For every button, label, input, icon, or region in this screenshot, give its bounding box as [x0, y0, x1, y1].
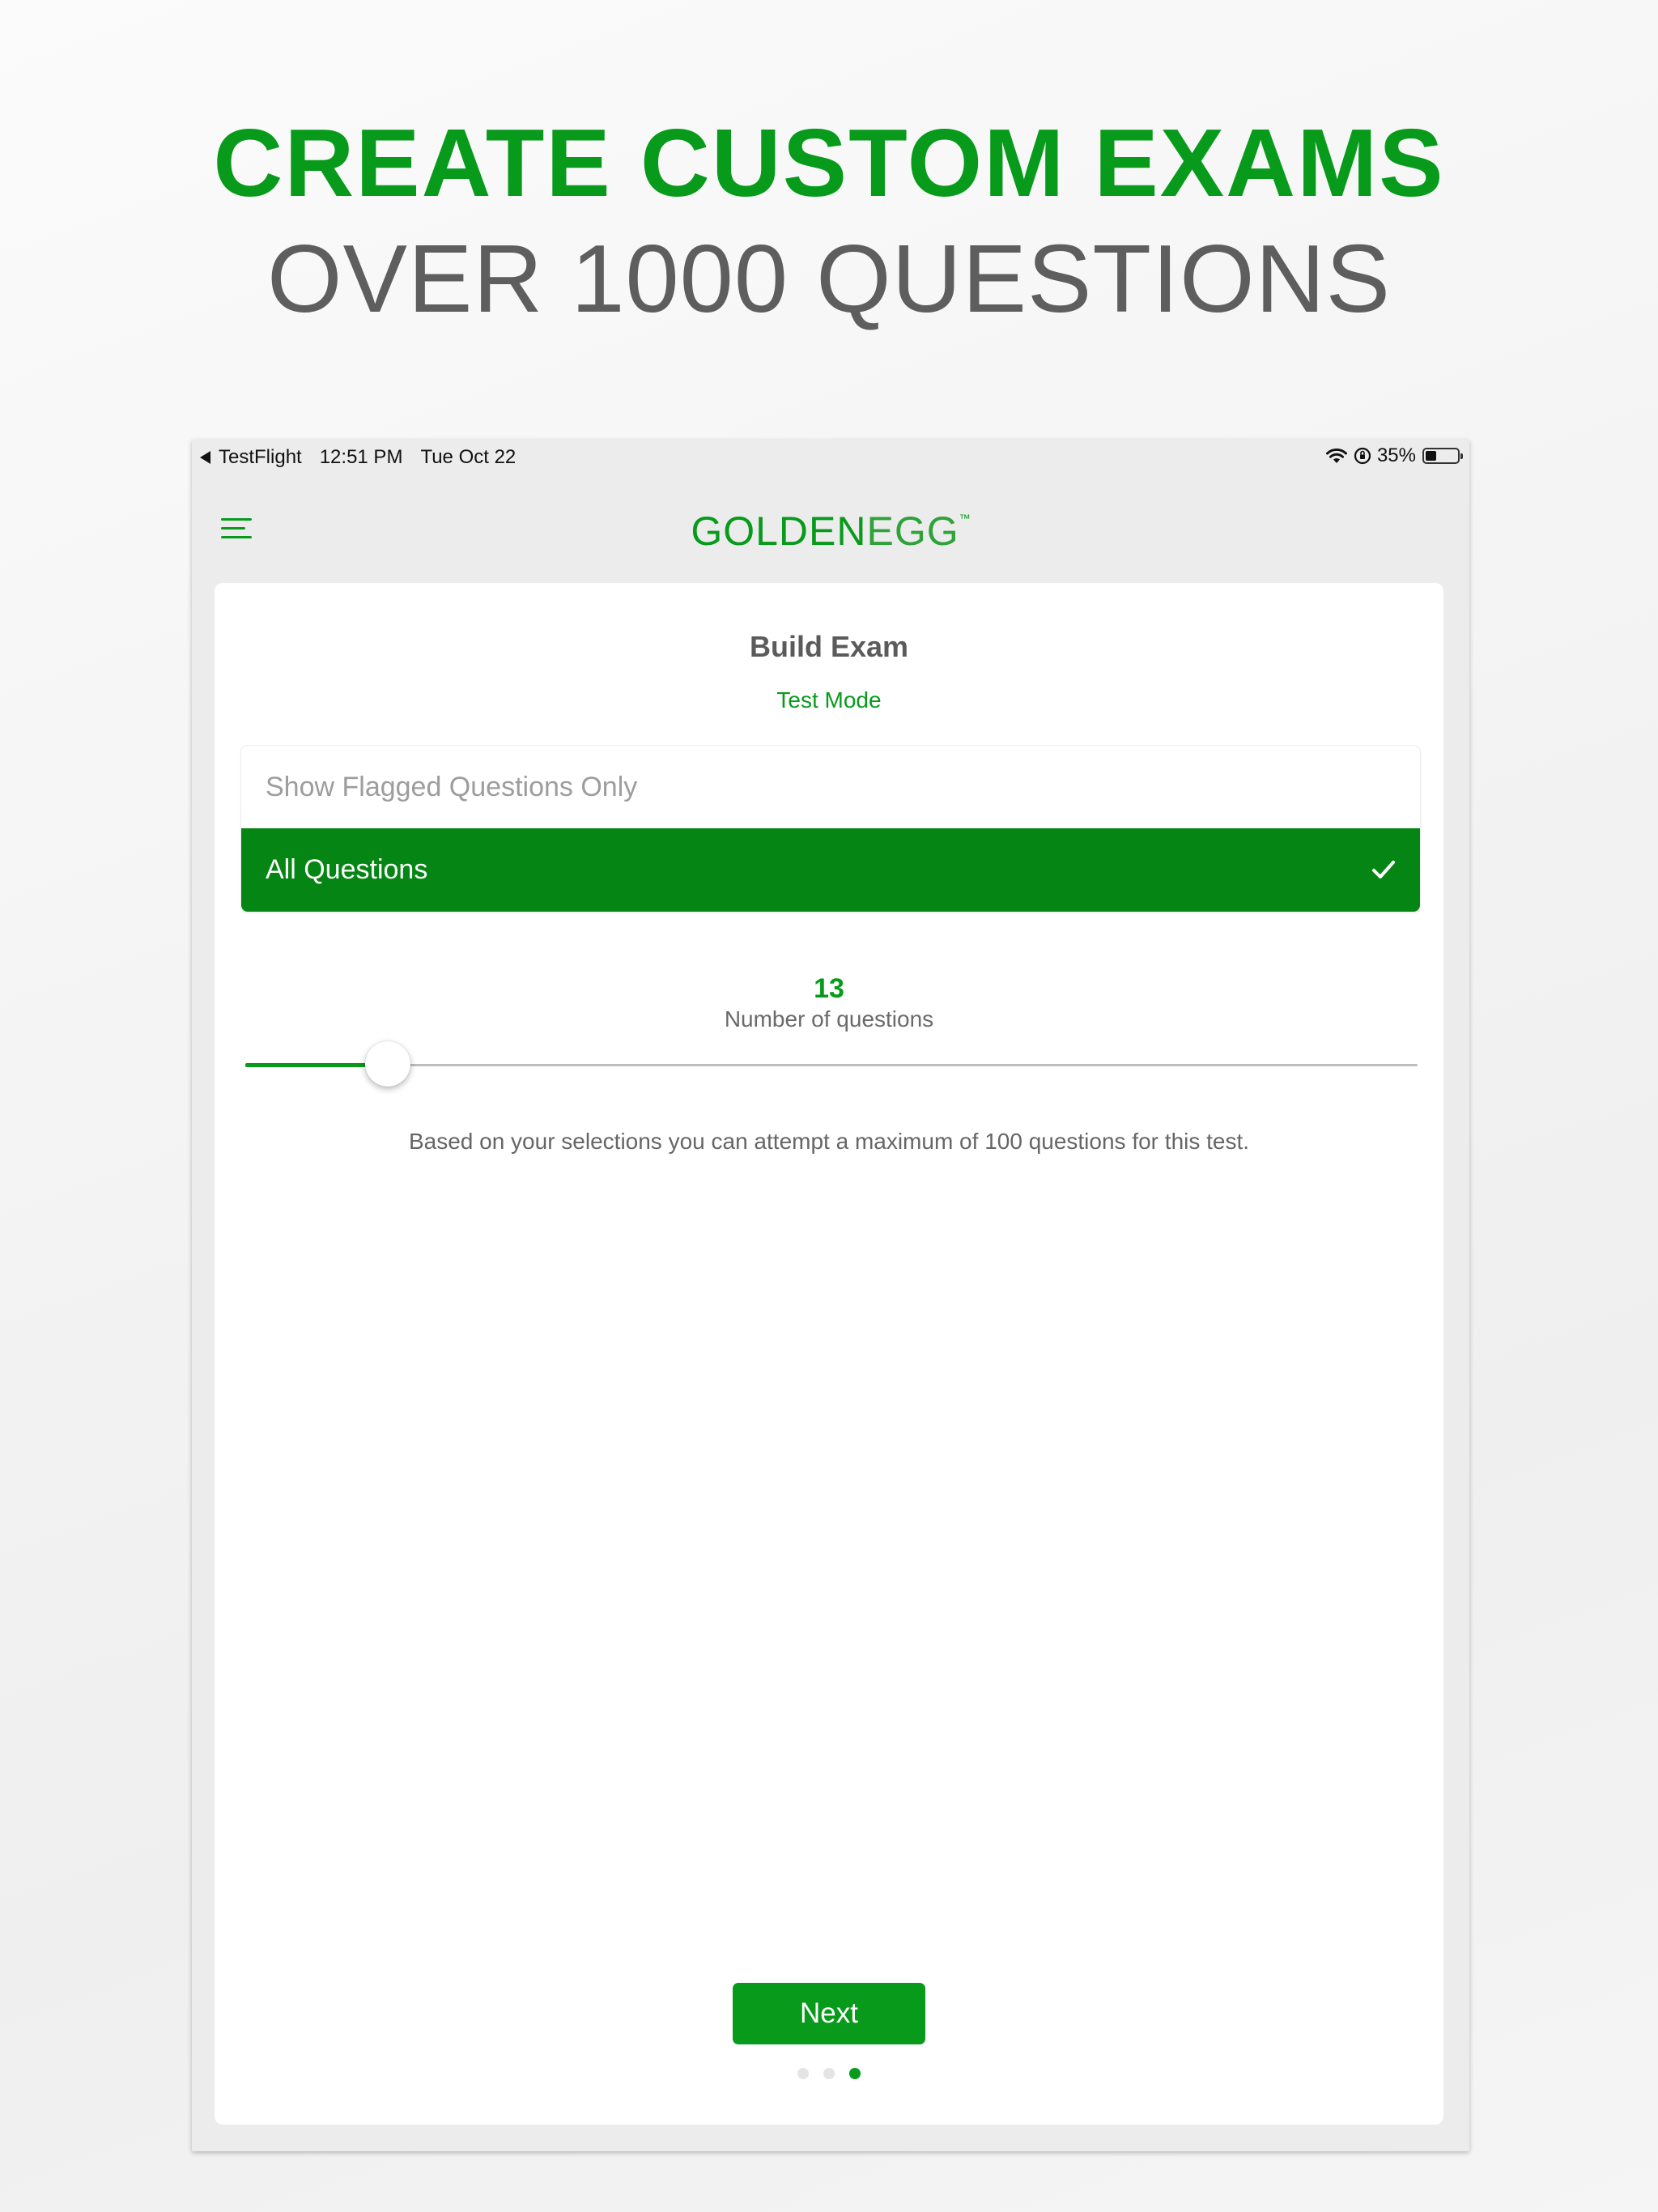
nav-bar: GOLDENEGG™: [192, 475, 1469, 578]
orientation-lock-icon: [1354, 447, 1371, 465]
option-flagged-only[interactable]: Show Flagged Questions Only: [241, 746, 1420, 828]
wifi-icon: [1325, 448, 1347, 463]
logo-trademark: ™: [959, 512, 971, 525]
page-indicator: [215, 2068, 1443, 2079]
page-title: Build Exam: [749, 630, 909, 663]
question-count-label: Number of questions: [724, 1006, 934, 1032]
option-label: All Questions: [266, 854, 428, 885]
slider-thumb[interactable]: [364, 1041, 410, 1087]
question-count-slider[interactable]: [245, 1036, 1418, 1093]
option-label: Show Flagged Questions Only: [266, 771, 638, 802]
promo-headline: CREATE CUSTOM EXAMS: [213, 109, 1445, 217]
next-button[interactable]: Next: [733, 1983, 925, 2044]
status-date: Tue Oct 22: [420, 446, 517, 468]
checkmark-icon: [1372, 861, 1395, 878]
option-all-questions[interactable]: All Questions: [241, 828, 1420, 912]
page-dot-active: [849, 2068, 861, 2079]
goldenegg-logo: GOLDENEGG™: [192, 511, 1469, 551]
max-questions-note: Based on your selections you can attempt…: [408, 1129, 1250, 1154]
promo-subheadline: OVER 1000 QUESTIONS: [267, 225, 1391, 333]
status-time: 12:51 PM: [319, 446, 403, 468]
back-arrow-icon[interactable]: [200, 451, 210, 464]
page-dot: [797, 2068, 809, 2079]
logo-text-golden: GOLDEN: [691, 508, 867, 554]
status-left: TestFlight 12:51 PM Tue Oct 22: [200, 446, 516, 469]
build-exam-card: Build Exam Test Mode Show Flagged Questi…: [215, 583, 1443, 2125]
status-bar: TestFlight 12:51 PM Tue Oct 22 35%: [192, 440, 1469, 475]
back-to-app-label[interactable]: TestFlight: [219, 446, 302, 469]
status-right: 35%: [1325, 445, 1463, 467]
question-filter-list: Show Flagged Questions Only All Question…: [240, 745, 1421, 912]
device-screen: TestFlight 12:51 PM Tue Oct 22 35% GOLDE…: [192, 440, 1469, 2151]
question-count-value: 13: [814, 973, 844, 1004]
exam-mode-label: Test Mode: [776, 687, 882, 713]
slider-track: [245, 1064, 1418, 1066]
page-dot: [823, 2068, 835, 2079]
battery-percent: 35%: [1376, 445, 1416, 466]
battery-level-fill: [1426, 451, 1436, 461]
battery-icon: [1422, 448, 1463, 464]
logo-text-egg: EGG: [866, 508, 959, 554]
